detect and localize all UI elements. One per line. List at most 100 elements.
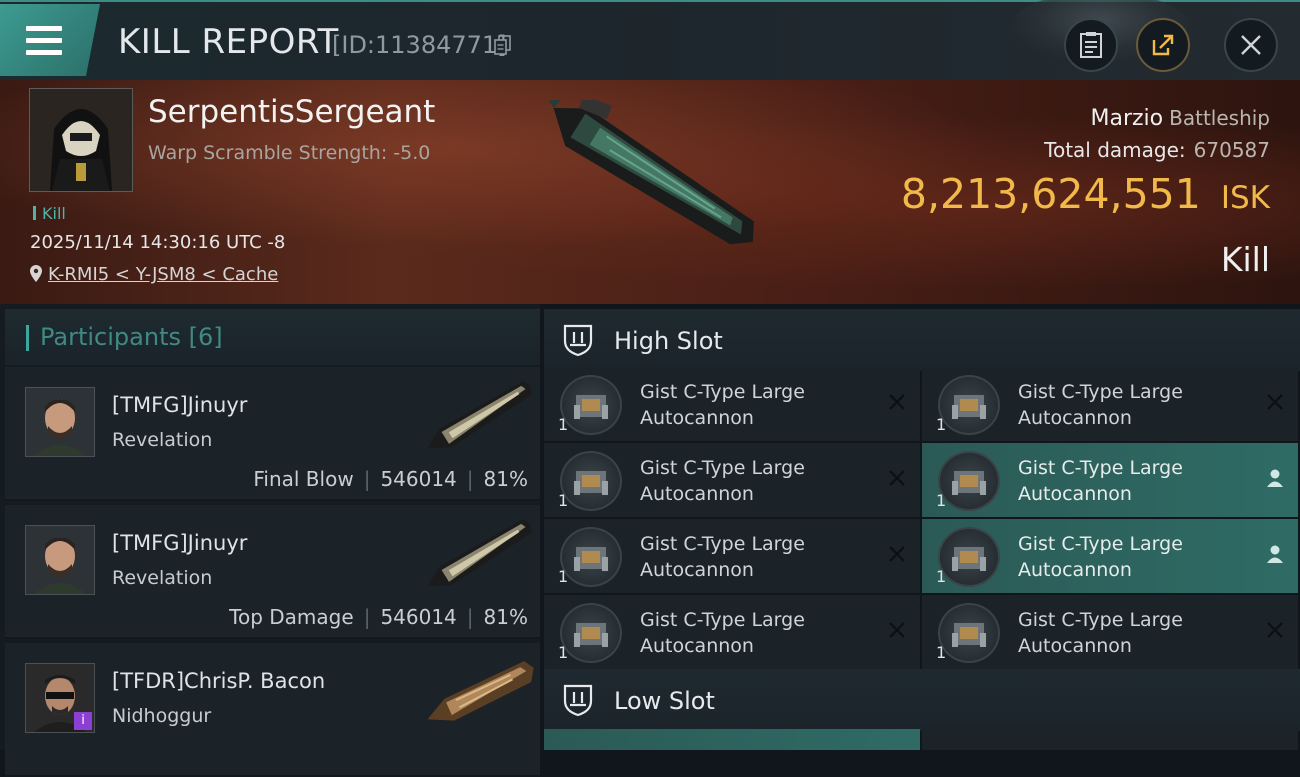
module-name: Gist C-Type Large Autocannon <box>640 609 805 657</box>
module-quantity: 1 <box>936 567 947 586</box>
dropped-person-icon <box>1267 469 1283 487</box>
destroyed-icon <box>1267 394 1283 410</box>
participant-ship-image <box>427 381 532 448</box>
module-quantity: 1 <box>936 415 947 434</box>
participant-ship-image <box>427 661 534 721</box>
low-slot-icon <box>563 684 593 717</box>
participant-stats: Final Blow | 546014 | 81% <box>253 467 528 491</box>
menu-button[interactable] <box>0 4 100 76</box>
kill-result: Kill <box>1220 240 1270 279</box>
participant-row[interactable]: i [TFDR]ChrisP. Bacon Nidhoggur <box>5 643 540 777</box>
kill-tag-label: Kill <box>42 204 66 223</box>
autocannon-icon <box>938 527 1000 587</box>
total-damage-label: Total damage: <box>1044 138 1186 162</box>
participants-header[interactable]: Participants [6] <box>5 309 540 365</box>
module-quantity: 1 <box>558 643 569 662</box>
participants-count: [6] <box>188 323 223 351</box>
low-slot-label: Low Slot <box>614 687 715 715</box>
module-quantity: 1 <box>558 567 569 586</box>
close-icon <box>1241 35 1261 55</box>
info-badge: i <box>74 712 92 730</box>
share-icon <box>1152 34 1174 56</box>
low-slot-header: Low Slot <box>544 669 1300 731</box>
destroyed-icon <box>889 394 905 410</box>
total-damage-line: Total damage: 670587 <box>1044 138 1270 162</box>
avatar[interactable]: i <box>25 663 95 733</box>
participant-row[interactable]: [TMFG]Jinuyr Revelation Final Blow | 54601… <box>5 367 540 501</box>
share-button[interactable] <box>1136 18 1190 72</box>
victim-subtitle: Warp Scramble Strength: -5.0 <box>148 142 431 164</box>
module-item[interactable]: 1 Gist C-Type Large Autocannon <box>922 367 1298 441</box>
module-item[interactable]: 1 Gist C-Type Large Autocannon <box>922 595 1298 669</box>
victim-avatar <box>30 89 132 191</box>
location-path[interactable]: K-RMI5 < Y-JSM8 < Cache <box>48 264 278 285</box>
isk-unit: ISK <box>1220 180 1270 216</box>
isk-amount: 8,213,624,551 <box>900 170 1201 218</box>
participant-name: [TMFG]Jinuyr <box>112 531 248 555</box>
victim-name: SerpentisSergeant <box>148 94 436 130</box>
stats-divider: | <box>466 605 474 629</box>
participant-ship-image <box>427 519 532 586</box>
location-link[interactable]: K-RMI5 < Y-JSM8 < Cache <box>30 264 278 285</box>
fitting-panel: High Slot 1 Gist C-Type Large Autocannon… <box>544 304 1300 750</box>
participant-name: [TFDR]ChrisP. Bacon <box>112 669 326 693</box>
participant-stats: Top Damage | 546014 | 81% <box>229 605 528 629</box>
autocannon-icon <box>938 603 1000 663</box>
participant-role: Top Damage <box>229 605 354 629</box>
kill-tag: Kill <box>33 204 66 223</box>
high-slot-label: High Slot <box>614 327 723 355</box>
stats-divider: | <box>466 467 474 491</box>
autocannon-icon <box>938 375 1000 435</box>
participant-row[interactable]: [TMFG]Jinuyr Revelation Top Damage | 54601… <box>5 505 540 639</box>
module-name: Gist C-Type Large Autocannon <box>1018 609 1183 657</box>
menu-icon <box>26 26 62 31</box>
participant-damage: 546014 <box>380 605 457 629</box>
module-name: Gist C-Type Large Autocannon <box>1018 457 1183 505</box>
module-item[interactable]: 1 Gist C-Type Large Autocannon <box>922 443 1298 517</box>
victim-portrait <box>29 88 133 192</box>
autocannon-icon <box>560 527 622 587</box>
destroyed-icon <box>1267 622 1283 638</box>
pilot-portrait <box>26 526 94 594</box>
autocannon-icon <box>560 375 622 435</box>
module-quantity: 1 <box>936 643 947 662</box>
clipboard-button[interactable] <box>1064 18 1118 72</box>
module-name: Gist C-Type Large Autocannon <box>1018 533 1183 581</box>
module-item[interactable]: 1 Gist C-Type Large Autocannon <box>544 367 920 441</box>
isk-value-line: 8,213,624,551 ISK <box>901 170 1270 218</box>
participants-header-marker <box>26 325 29 351</box>
stats-divider: | <box>363 467 371 491</box>
location-pin-icon <box>30 265 42 282</box>
participant-percent: 81% <box>483 467 528 491</box>
module-quantity: 1 <box>936 491 947 510</box>
participant-ship: Revelation <box>112 429 213 451</box>
participant-role: Final Blow <box>253 467 354 491</box>
module-name: Gist C-Type Large Autocannon <box>640 457 805 505</box>
close-button[interactable] <box>1224 18 1278 72</box>
module-quantity: 1 <box>558 415 569 434</box>
module-item[interactable]: 1 Gist C-Type Large Autocannon <box>544 519 920 593</box>
module-item-partial[interactable] <box>544 729 920 750</box>
stats-divider: | <box>363 605 371 629</box>
menu-icon-bar <box>26 50 62 55</box>
kill-summary: SerpentisSergeant Warp Scramble Strength… <box>0 80 1300 304</box>
autocannon-icon <box>560 451 622 511</box>
module-item-partial[interactable] <box>922 729 1298 750</box>
report-id: [ID:11384771] <box>332 31 507 59</box>
participant-percent: 81% <box>483 605 528 629</box>
module-item[interactable]: 1 Gist C-Type Large Autocannon <box>922 519 1298 593</box>
module-item[interactable]: 1 Gist C-Type Large Autocannon <box>544 443 920 517</box>
module-name: Gist C-Type Large Autocannon <box>640 533 805 581</box>
copy-icon[interactable] <box>494 35 512 55</box>
avatar[interactable] <box>25 387 95 457</box>
avatar[interactable] <box>25 525 95 595</box>
victim-ship-name: Marzio <box>1090 106 1164 131</box>
participants-label: Participants <box>40 323 181 351</box>
page-title: KILL REPORT <box>118 22 339 62</box>
high-slot-icon <box>563 324 593 357</box>
participant-ship: Revelation <box>112 567 213 589</box>
module-item[interactable]: 1 Gist C-Type Large Autocannon <box>544 595 920 669</box>
top-bar: KILL REPORT [ID:11384771] <box>0 0 1300 80</box>
clipboard-icon <box>1080 32 1102 58</box>
module-quantity: 1 <box>558 491 569 510</box>
